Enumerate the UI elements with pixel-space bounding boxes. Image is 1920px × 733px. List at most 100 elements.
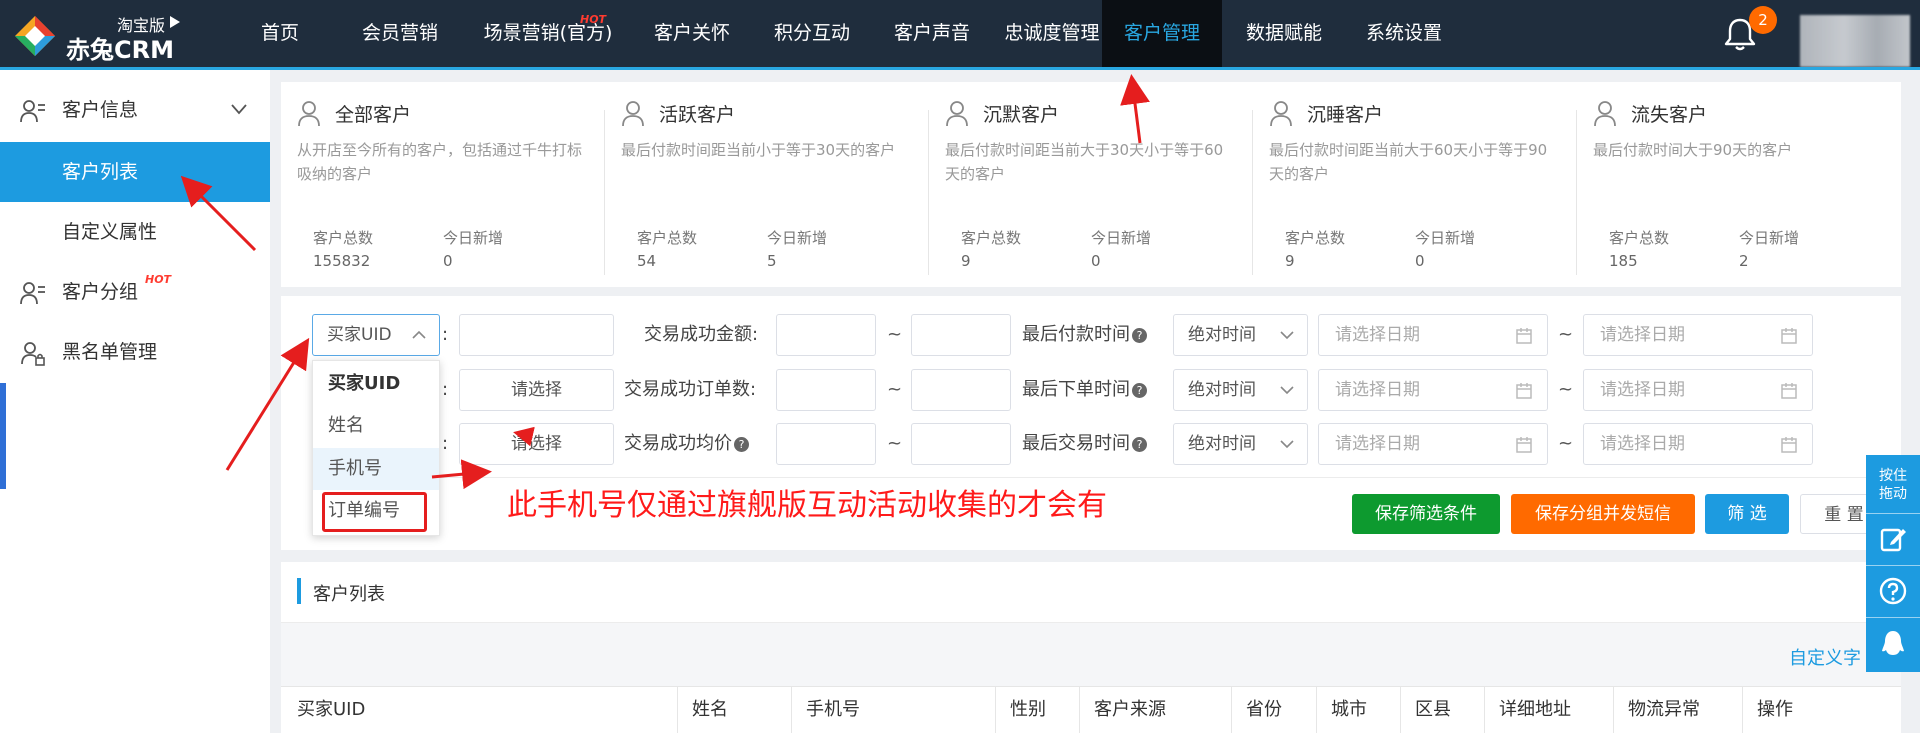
card-new-value: 0: [443, 252, 453, 270]
nav-customer-care[interactable]: 客户关怀: [636, 0, 748, 67]
chevron-down-icon: [1280, 331, 1294, 340]
nav-scene-marketing[interactable]: 场景营销(官方): [466, 0, 630, 67]
edit-icon[interactable]: [1879, 525, 1907, 553]
sidebar-item-customer-list[interactable]: 客户列表: [0, 142, 270, 202]
column-header-address[interactable]: 详细地址: [1485, 687, 1614, 733]
user-icon: [1270, 101, 1292, 127]
dropdown-option-phone[interactable]: 手机号: [313, 448, 439, 490]
time-mode-value: 绝对时间: [1188, 380, 1256, 400]
sidebar-item-custom-attributes[interactable]: 自定义属性: [0, 202, 270, 262]
floating-toolbar[interactable]: 按住 拖动: [1866, 455, 1920, 672]
left-edge-tab[interactable]: [0, 383, 6, 489]
trade-amount-min-input[interactable]: [776, 314, 876, 356]
label-text: 最后下单时间: [1022, 379, 1130, 400]
drag-handle-label[interactable]: 按住 拖动: [1866, 467, 1920, 503]
sidebar-item-blacklist[interactable]: 黑名单管理: [0, 322, 270, 382]
sidebar: 客户信息 客户列表 自定义属性 客户分组 HOT 黑名单管理: [0, 70, 270, 733]
date-placeholder: 请选择日期: [1335, 380, 1420, 400]
last-trade-end-date[interactable]: 请选择日期: [1583, 423, 1813, 465]
nav-home[interactable]: 首页: [230, 0, 330, 67]
category-card-active[interactable]: 活跃客户 最后付款时间距当前小于等于30天的客户 客户总数 今日新增 54 5: [605, 82, 929, 287]
nav-settings[interactable]: 系统设置: [1346, 0, 1462, 67]
last-order-start-date[interactable]: 请选择日期: [1318, 369, 1548, 411]
avg-price-min-input[interactable]: [776, 423, 876, 465]
user-lock-icon: [21, 342, 45, 366]
help-icon[interactable]: ?: [1132, 327, 1147, 343]
help-icon[interactable]: ?: [1132, 382, 1147, 398]
avg-price-max-input[interactable]: [911, 423, 1011, 465]
column-header-logistics[interactable]: 物流异常: [1614, 687, 1743, 733]
trade-amount-max-input[interactable]: [911, 314, 1011, 356]
sidebar-item-label: 客户信息: [62, 99, 139, 121]
card-total-label: 客户总数: [1609, 229, 1670, 247]
card-total-value: 155832: [313, 252, 371, 270]
field-type-select[interactable]: 买家UID: [312, 314, 440, 356]
last-order-time-mode-select[interactable]: 绝对时间: [1173, 369, 1308, 411]
select-picker-1[interactable]: 请选择: [459, 369, 614, 411]
sidebar-item-customer-groups[interactable]: 客户分组 HOT: [0, 262, 270, 322]
column-header-phone[interactable]: 手机号: [792, 687, 996, 733]
range-separator: ~: [887, 379, 903, 400]
last-order-end-date[interactable]: 请选择日期: [1583, 369, 1813, 411]
hot-badge: HOT: [580, 13, 607, 26]
play-triangle-icon: [170, 16, 180, 28]
top-navigation: 淘宝版 赤兔CRM 首页 会员营销 场景营销(官方) HOT 客户关怀 积分互动…: [0, 0, 1920, 67]
colon: :: [442, 433, 449, 454]
calendar-icon: [1781, 328, 1797, 344]
nav-loyalty[interactable]: 忠诚度管理: [988, 0, 1116, 67]
column-header-actions[interactable]: 操作: [1743, 687, 1901, 733]
dropdown-option-name[interactable]: 姓名: [313, 405, 439, 447]
user-avatar[interactable]: [1800, 15, 1910, 67]
card-title: 流失客户: [1631, 104, 1708, 126]
category-card-silent[interactable]: 沉默客户 最后付款时间距当前大于30天小于等于60天的客户 客户总数 今日新增 …: [929, 82, 1253, 287]
label-text: 最后交易时间: [1022, 433, 1130, 454]
last-trade-time-mode-select[interactable]: 绝对时间: [1173, 423, 1308, 465]
select-picker-2[interactable]: 请选择: [459, 423, 614, 465]
last-trade-start-date[interactable]: 请选择日期: [1318, 423, 1548, 465]
save-filter-button[interactable]: 保存筛选条件: [1352, 494, 1500, 534]
annotation-highlight-box: [322, 492, 427, 532]
card-description: 最后付款时间距当前大于60天小于等于90天的客户: [1269, 141, 1548, 183]
qq-penguin-icon[interactable]: [1879, 629, 1907, 657]
help-circle-icon[interactable]: [1879, 577, 1907, 605]
column-header-gender[interactable]: 性别: [996, 687, 1080, 733]
nav-customer-voice[interactable]: 客户声音: [876, 0, 988, 67]
trade-orders-min-input[interactable]: [776, 369, 876, 411]
save-group-sms-button[interactable]: 保存分组并发短信: [1511, 494, 1695, 534]
nav-member-marketing[interactable]: 会员营销: [338, 0, 462, 67]
title-accent-bar: [297, 578, 301, 604]
last-pay-time-mode-select[interactable]: 绝对时间: [1173, 314, 1308, 356]
last-pay-start-date[interactable]: 请选择日期: [1318, 314, 1548, 356]
category-card-lost[interactable]: 流失客户 最后付款时间大于90天的客户 客户总数 今日新增 185 2: [1577, 82, 1901, 287]
filter-button[interactable]: 筛 选: [1705, 494, 1789, 534]
card-new-value: 5: [767, 252, 777, 270]
card-total-label: 客户总数: [1285, 229, 1346, 247]
calendar-icon: [1516, 437, 1532, 453]
column-header-city[interactable]: 城市: [1317, 687, 1401, 733]
range-separator: ~: [1558, 433, 1574, 454]
nav-points[interactable]: 积分互动: [756, 0, 868, 67]
nav-data[interactable]: 数据赋能: [1228, 0, 1340, 67]
date-placeholder: 请选择日期: [1600, 434, 1685, 454]
column-header-province[interactable]: 省份: [1232, 687, 1317, 733]
column-header-name[interactable]: 姓名: [678, 687, 792, 733]
user-list-icon: [20, 100, 45, 123]
custom-fields-link[interactable]: 自定义字: [1789, 644, 1861, 670]
logo-mark-icon: [15, 16, 55, 56]
help-icon[interactable]: ?: [734, 436, 749, 452]
logo[interactable]: 淘宝版 赤兔CRM: [14, 10, 224, 64]
dropdown-option-uid[interactable]: 买家UID: [313, 363, 439, 405]
column-header-district[interactable]: 区县: [1401, 687, 1485, 733]
card-description: 最后付款时间大于90天的客户: [1593, 141, 1793, 159]
sidebar-item-customer-info[interactable]: 客户信息: [0, 80, 270, 140]
category-card-all[interactable]: 全部客户 从开店至今所有的客户，包括通过千牛打标吸纳的客户 客户总数 今日新增 …: [281, 82, 605, 287]
trade-orders-max-input[interactable]: [911, 369, 1011, 411]
category-card-sleeping[interactable]: 沉睡客户 最后付款时间距当前大于60天小于等于90天的客户 客户总数 今日新增 …: [1253, 82, 1577, 287]
help-icon[interactable]: ?: [1132, 436, 1147, 452]
uid-input[interactable]: [459, 314, 614, 356]
nav-customer-management[interactable]: 客户管理: [1102, 0, 1222, 67]
last-pay-end-date[interactable]: 请选择日期: [1583, 314, 1813, 356]
column-header-uid[interactable]: 买家UID: [281, 687, 678, 733]
column-header-source[interactable]: 客户来源: [1080, 687, 1232, 733]
card-new-label: 今日新增: [1739, 229, 1800, 247]
